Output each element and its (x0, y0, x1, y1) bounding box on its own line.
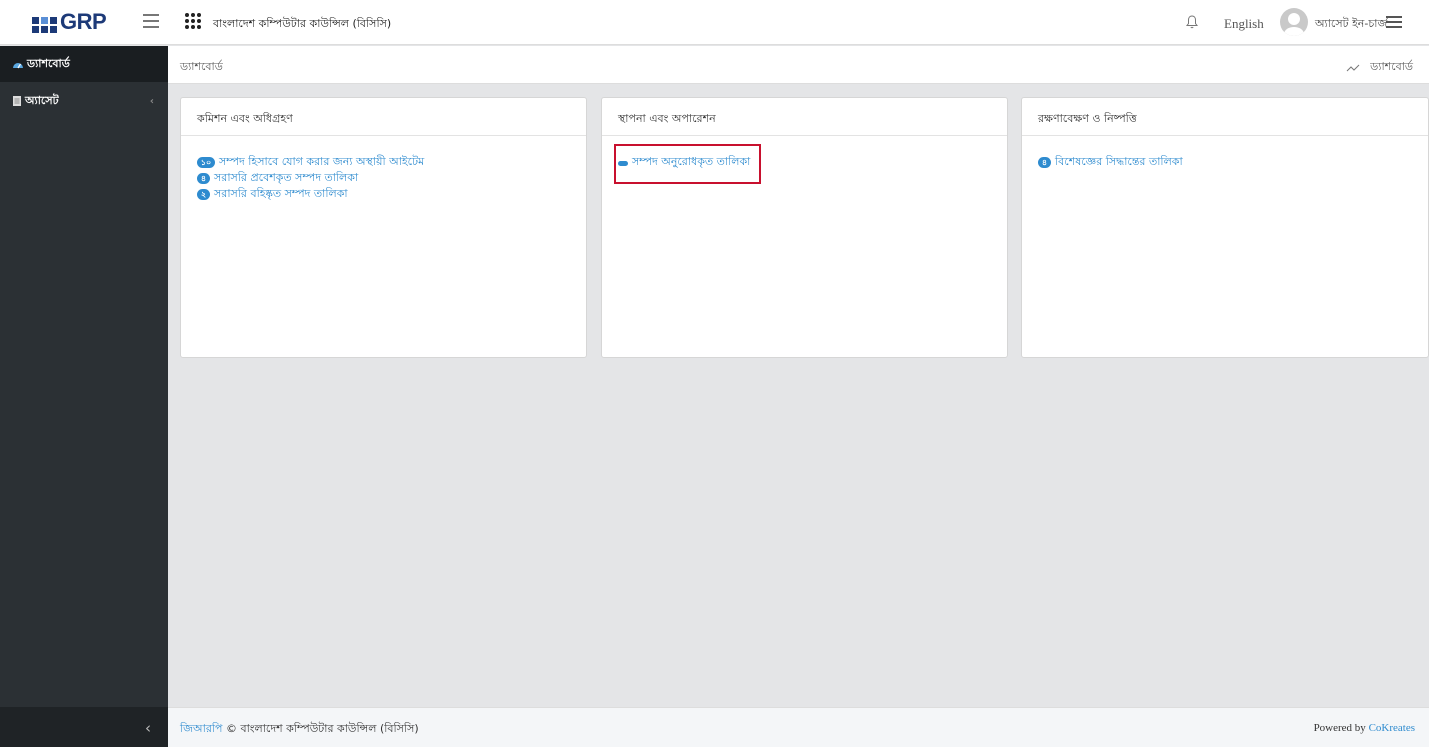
count-badge: ১০ (197, 156, 215, 168)
card-installation-operation: স্থাপনা এবং অপারেশন সম্পদ অনুরোধকৃত তালি… (601, 97, 1008, 358)
dashboard-icon (13, 63, 23, 69)
link-label: সরাসরি বহিষ্কৃত সম্পদ তালিকা (214, 186, 348, 200)
user-name[interactable]: অ্যাসেট ইন-চার্জ (1315, 15, 1387, 34)
trend-line-icon (1346, 64, 1360, 71)
page-footer: জিআরপি © বাংলাদেশ কম্পিউটার কাউন্সিল (বি… (168, 707, 1429, 747)
sidebar-item-dashboard[interactable]: ড্যাশবোর্ড (0, 46, 168, 82)
sidebar-item-asset[interactable]: অ্যাসেট ‹ (0, 84, 168, 118)
apps-grid-icon[interactable] (185, 13, 202, 30)
sidebar-item-label: ড্যাশবোর্ড (27, 56, 70, 70)
menu-icon[interactable] (1386, 16, 1402, 28)
card-commission-acquisition: কমিশন এবং অধিগ্রহণ ১০ সম্পদ হিসাবে যোগ ক… (180, 97, 587, 358)
bell-icon[interactable] (1186, 15, 1198, 29)
link-label: সম্পদ অনুরোধকৃত তালিকা (632, 154, 751, 168)
card-title: কমিশন এবং অধিগ্রহণ (181, 98, 586, 136)
org-title: বাংলাদেশ কম্পিউটার কাউন্সিল (বিসিসি) (213, 17, 392, 30)
breadcrumb-dashboard-link[interactable]: ড্যাশবোর্ড (1370, 58, 1413, 77)
count-badge: ২ (197, 188, 210, 200)
breadcrumb-current: ড্যাশবোর্ড (180, 60, 223, 73)
top-navbar: GRP বাংলাদেশ কম্পিউটার কাউন্সিল (বিসিসি)… (0, 0, 1429, 45)
chevron-left-icon: ‹ (149, 96, 154, 107)
card-maintenance-disposal: রক্ষণাবেক্ষণ ও নিষ্পত্তি ৪ বিশেষজ্ঞের সি… (1021, 97, 1429, 358)
collapse-sidebar-icon[interactable]: ‹ (145, 719, 151, 737)
link-direct-exit-assets[interactable]: ২ সরাসরি বহিষ্কৃত সম্পদ তালিকা (197, 186, 570, 202)
sidebar-footer: ‹ (0, 707, 168, 747)
count-badge: ৪ (1038, 156, 1051, 168)
footer-powered-by: Powered by CoKreates (1314, 722, 1415, 734)
link-expert-decisions[interactable]: ৪ বিশেষজ্ঞের সিদ্ধান্তের তালিকা (1038, 154, 1412, 170)
footer-copyright-text: © বাংলাদেশ কম্পিউটার কাউন্সিল (বিসিসি) (222, 722, 419, 735)
footer-brand-link[interactable]: জিআরপি (180, 722, 222, 735)
grp-logo[interactable]: GRP (32, 6, 122, 38)
avatar[interactable] (1280, 8, 1308, 36)
powered-by-text: Powered by (1313, 722, 1369, 734)
breadcrumb: ড্যাশবোর্ড ড্যাশবোর্ড (168, 46, 1429, 84)
card-title: রক্ষণাবেক্ষণ ও নিষ্পত্তি (1022, 98, 1428, 136)
user-avatar-icon (1284, 13, 1304, 36)
logo-text: GRP (60, 9, 107, 34)
breadcrumb-right: ড্যাশবোর্ড (1346, 58, 1413, 77)
link-requested-assets[interactable]: সম্পদ অনুরোধকৃত তালিকা (618, 154, 991, 170)
sidebar: ড্যাশবোর্ড অ্যাসেট ‹ ‹ (0, 46, 168, 747)
logo-mark-icon (32, 17, 57, 33)
vendor-link[interactable]: CoKreates (1369, 722, 1415, 734)
count-badge: ৪ (197, 172, 210, 184)
document-icon (13, 96, 21, 106)
sidebar-toggle-icon[interactable] (143, 14, 159, 28)
language-switch[interactable]: English (1224, 16, 1264, 32)
count-badge (618, 160, 628, 166)
card-title: স্থাপনা এবং অপারেশন (602, 98, 1007, 136)
link-label: বিশেষজ্ঞের সিদ্ধান্তের তালিকা (1055, 154, 1183, 168)
sidebar-item-label: অ্যাসেট (25, 93, 59, 107)
footer-copyright: জিআরপি © বাংলাদেশ কম্পিউটার কাউন্সিল (বি… (180, 720, 419, 739)
